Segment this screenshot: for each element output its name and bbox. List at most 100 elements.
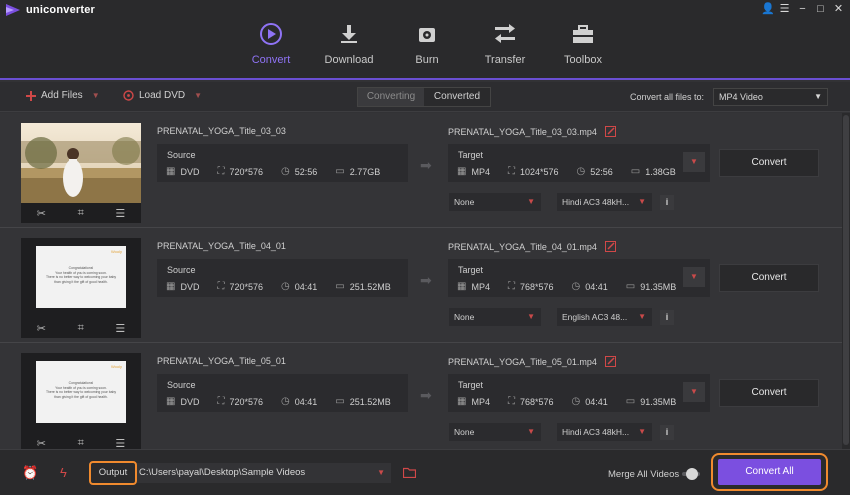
effects-icon[interactable]: ☰ bbox=[115, 322, 125, 335]
subtitle-select[interactable]: None ▼ bbox=[449, 308, 541, 326]
video-thumbnail[interactable]: Wooly Congratulations! Your health of yo… bbox=[21, 353, 141, 449]
plus-icon bbox=[26, 90, 36, 101]
target-duration: 52:56 bbox=[590, 166, 613, 177]
merge-toggle[interactable] bbox=[680, 468, 702, 480]
audio-track-select[interactable]: English AC3 48... ▼ bbox=[557, 308, 652, 326]
tab-convert[interactable]: Convert bbox=[232, 0, 310, 78]
account-icon[interactable]: 👤 bbox=[761, 3, 775, 15]
tab-transfer[interactable]: Transfer bbox=[466, 0, 544, 78]
convert-button[interactable]: Convert bbox=[719, 379, 819, 407]
trim-icon[interactable]: ✂ bbox=[37, 207, 46, 220]
video-thumbnail[interactable]: ✂ ⌗ ☰ bbox=[21, 123, 141, 223]
target-label: Target bbox=[458, 150, 484, 160]
file-row: Wooly Congratulations! Your health of yo… bbox=[0, 228, 842, 343]
info-button[interactable]: i bbox=[660, 195, 674, 210]
folder-icon: ▭ bbox=[335, 281, 345, 292]
status-tabs: Converting Converted bbox=[357, 87, 491, 107]
subtitle-select[interactable]: None ▼ bbox=[449, 193, 541, 211]
chevron-down-icon[interactable]: ▼ bbox=[194, 91, 202, 100]
add-files-button[interactable]: Add Files ▼ bbox=[26, 90, 100, 101]
info-button[interactable]: i bbox=[660, 310, 674, 325]
effects-icon[interactable]: ☰ bbox=[115, 437, 125, 450]
output-path-select[interactable]: C:\Users\payal\Desktop\Sample Videos ▼ bbox=[137, 463, 391, 483]
convert-button[interactable]: Convert bbox=[719, 149, 819, 177]
tab-converting[interactable]: Converting bbox=[358, 88, 424, 106]
info-button[interactable]: i bbox=[660, 425, 674, 440]
target-title: PRENATAL_YOGA_Title_04_01.mp4 bbox=[448, 241, 616, 252]
slide-line: than giving it the gift of good health. bbox=[54, 279, 108, 284]
audio-track-select[interactable]: Hindi AC3 48kH... ▼ bbox=[557, 193, 652, 211]
target-filename: PRENATAL_YOGA_Title_04_01.mp4 bbox=[448, 241, 597, 252]
edit-icon[interactable] bbox=[604, 356, 616, 367]
audio-track-select[interactable]: Hindi AC3 48kH... ▼ bbox=[557, 423, 652, 441]
chevron-down-icon: ▼ bbox=[527, 197, 535, 206]
trim-icon[interactable]: ✂ bbox=[37, 437, 46, 450]
slide-brand: Wooly bbox=[110, 364, 122, 369]
menu-icon[interactable]: ☰ bbox=[779, 3, 790, 15]
tab-convert-label: Convert bbox=[251, 54, 291, 66]
trim-icon[interactable]: ✂ bbox=[37, 322, 46, 335]
chevron-down-icon[interactable]: ▼ bbox=[92, 91, 100, 100]
slide-preview: Wooly Congratulations! Your health of yo… bbox=[36, 246, 126, 308]
source-label: Source bbox=[167, 150, 196, 160]
tab-converted[interactable]: Converted bbox=[424, 88, 490, 106]
tab-download[interactable]: Download bbox=[310, 0, 388, 78]
source-resolution: 720*576 bbox=[229, 396, 264, 407]
target-label: Target bbox=[458, 380, 484, 390]
clock-icon: ◷ bbox=[281, 281, 290, 292]
subtitle-select[interactable]: None ▼ bbox=[449, 423, 541, 441]
edit-icon[interactable] bbox=[604, 126, 616, 137]
resolution-icon: ⛶ bbox=[217, 281, 225, 292]
scrollbar-thumb[interactable] bbox=[843, 115, 849, 445]
scrollbar[interactable] bbox=[842, 113, 850, 449]
convert-button[interactable]: Convert bbox=[719, 264, 819, 292]
source-format: DVD bbox=[180, 166, 200, 177]
minimize-button[interactable]: − bbox=[797, 3, 808, 15]
tab-burn[interactable]: Burn bbox=[388, 0, 466, 78]
crop-icon[interactable]: ⌗ bbox=[78, 322, 84, 335]
chevron-down-icon: ▼ bbox=[527, 427, 535, 436]
open-folder-icon[interactable] bbox=[403, 467, 416, 478]
chevron-down-icon: ▼ bbox=[638, 427, 646, 436]
folder-icon: ▭ bbox=[625, 396, 636, 407]
crop-icon[interactable]: ⌗ bbox=[78, 207, 84, 220]
target-format-dropdown[interactable]: ▼ bbox=[683, 382, 705, 402]
target-format-dropdown[interactable]: ▼ bbox=[683, 267, 705, 287]
file-row: Wooly Congratulations! Your health of yo… bbox=[0, 343, 842, 449]
video-thumbnail[interactable]: Wooly Congratulations! Your health of yo… bbox=[21, 238, 141, 338]
schedule-icon[interactable]: ⏰ bbox=[22, 465, 38, 481]
effects-icon[interactable]: ☰ bbox=[115, 207, 125, 220]
slide-preview: Wooly Congratulations! Your health of yo… bbox=[36, 361, 126, 423]
speed-icon[interactable]: ϟ bbox=[60, 465, 67, 480]
close-button[interactable]: ✕ bbox=[833, 3, 844, 15]
target-format-dropdown[interactable]: ▼ bbox=[683, 152, 705, 172]
arrow-right-icon: ➡ bbox=[420, 272, 432, 288]
merge-label: Merge All Videos bbox=[608, 469, 680, 480]
source-info: Source ▦ DVD ⛶ 720*576 ◷ 52:56 ▭ 2.77GB bbox=[157, 144, 408, 182]
target-label: Target bbox=[458, 265, 484, 275]
target-filename: PRENATAL_YOGA_Title_05_01.mp4 bbox=[448, 356, 597, 367]
source-title: PRENATAL_YOGA_Title_05_01 bbox=[157, 356, 286, 366]
thumbnail-image: Wooly Congratulations! Your health of yo… bbox=[21, 353, 141, 433]
audio-track-value: English AC3 48... bbox=[562, 312, 628, 322]
format-icon: ▦ bbox=[166, 281, 176, 292]
crop-icon[interactable]: ⌗ bbox=[78, 437, 84, 450]
add-files-label: Add Files bbox=[41, 90, 83, 101]
subtitle-value: None bbox=[454, 312, 475, 322]
resolution-icon: ⛶ bbox=[507, 281, 515, 292]
output-format-select[interactable]: MP4 Video ▼ bbox=[713, 88, 828, 106]
load-dvd-button[interactable]: Load DVD ▼ bbox=[123, 90, 202, 101]
clock-icon: ◷ bbox=[281, 396, 290, 407]
bottom-bar: ⏰ ϟ Output C:\Users\payal\Desktop\Sample… bbox=[0, 449, 850, 495]
chevron-down-icon: ▼ bbox=[814, 92, 822, 101]
tab-toolbox[interactable]: Toolbox bbox=[544, 0, 622, 78]
source-format: DVD bbox=[180, 396, 200, 407]
edit-icon[interactable] bbox=[604, 241, 616, 252]
maximize-button[interactable]: □ bbox=[815, 3, 826, 15]
target-title: PRENATAL_YOGA_Title_05_01.mp4 bbox=[448, 356, 616, 367]
thumbnail-image: Wooly Congratulations! Your health of yo… bbox=[21, 238, 141, 318]
slide-line: There is no better way to welcoming your… bbox=[45, 275, 117, 279]
convert-all-button[interactable]: Convert All bbox=[718, 459, 821, 485]
source-info: Source ▦ DVD ⛶ 720*576 ◷ 04:41 ▭ 251.52MB bbox=[157, 374, 408, 412]
source-label: Source bbox=[167, 380, 196, 390]
